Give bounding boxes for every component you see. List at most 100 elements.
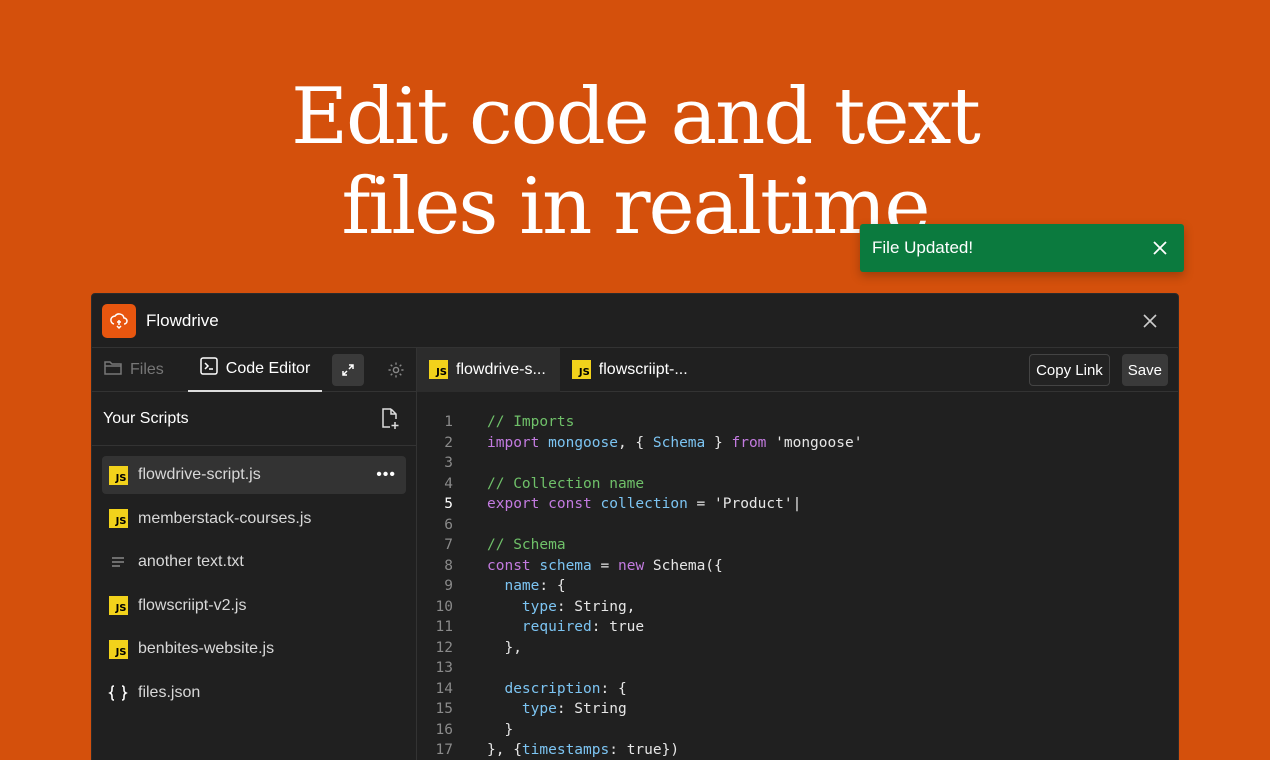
code-line[interactable]: 6 (417, 515, 1178, 536)
file-item[interactable]: files.json (102, 674, 406, 712)
code-editor: JS flowdrive-s... JS flowscriipt-... Cop… (417, 347, 1178, 760)
code-line[interactable]: 11 required: true (417, 617, 1178, 638)
code-token: timestamps (521, 742, 610, 759)
line-number: 11 (435, 619, 453, 636)
scripts-title: Your Scripts (103, 409, 189, 427)
flowdrive-logo-icon (102, 303, 136, 338)
code-token: : String (556, 701, 627, 718)
copy-link-button[interactable]: Copy Link (1029, 354, 1110, 386)
file-item[interactable]: JS benbites-website.js (102, 630, 406, 668)
line-number: 5 (444, 496, 453, 513)
line-number: 8 (444, 557, 453, 574)
line-number: 6 (444, 516, 453, 533)
save-button[interactable]: Save (1121, 354, 1168, 386)
line-number: 10 (435, 598, 453, 615)
code-token: : true (591, 619, 645, 636)
code-line[interactable]: 17}, {timestamps: true}) (417, 740, 1178, 760)
editor-tab[interactable]: JS flowdrive-s... (417, 347, 560, 392)
code-token: mongoose (548, 434, 618, 451)
code-area[interactable]: 1// Imports 2 import mongoose, { Schema } … (417, 392, 1178, 760)
tab-files[interactable]: Files (102, 348, 166, 392)
code-token: import (487, 434, 540, 451)
code-token: : String, (556, 598, 636, 615)
code-line[interactable]: 10 type: String, (417, 597, 1178, 618)
code-token: collection (600, 496, 688, 513)
code-token: } (705, 434, 732, 451)
file-name: another text.txt (138, 553, 244, 571)
code-token: name (504, 578, 540, 595)
editor-tab-label: flowscriipt-... (598, 360, 688, 378)
code-token: : { (539, 578, 566, 595)
line-number: 2 (444, 434, 453, 451)
toast-notification: File Updated! (860, 224, 1184, 272)
line-number: 12 (435, 639, 453, 656)
js-file-icon: JS (108, 465, 128, 485)
code-line[interactable]: 5 export const collection = 'Product'| (417, 494, 1178, 515)
new-file-icon[interactable] (378, 407, 402, 431)
code-line[interactable]: 4 // Collection name (417, 474, 1178, 495)
code-token: new (617, 557, 645, 574)
close-icon[interactable] (1150, 238, 1170, 258)
line-number: 16 (435, 721, 453, 738)
code-line[interactable]: 15 type: String (417, 699, 1178, 720)
file-name: memberstack-courses.js (138, 509, 312, 527)
code-token: } (487, 721, 514, 738)
file-item[interactable]: JS memberstack-courses.js (102, 500, 406, 538)
toast-message: File Updated! (872, 238, 974, 257)
editor-tab[interactable]: JS flowscriipt-... (560, 348, 702, 392)
file-item[interactable]: JS flowdrive-script.js ••• (102, 456, 406, 494)
code-token: Schema({ (644, 557, 723, 574)
file-name: benbites-website.js (138, 640, 275, 658)
sidebar-tabs: Files Code Editor (92, 348, 416, 392)
file-item[interactable]: another text.txt (102, 543, 406, 581)
gear-icon[interactable] (384, 358, 408, 382)
js-file-icon: JS (429, 360, 448, 379)
app-title: Flowdrive (146, 310, 219, 330)
code-token: required (521, 619, 592, 636)
window-close-icon[interactable] (1140, 311, 1160, 331)
code-line[interactable]: 14 description: { (417, 679, 1178, 700)
code-token: export (487, 496, 540, 513)
code-line[interactable]: 8 const schema = new Schema({ (417, 556, 1178, 577)
line-number: 7 (444, 537, 453, 554)
code-line[interactable]: 3 (417, 453, 1178, 474)
expand-button[interactable] (332, 354, 364, 386)
code-token: const (487, 557, 531, 574)
app-window: Flowdrive Files Code Editor Your Scripts… (91, 293, 1179, 760)
tab-files-label: Files (130, 360, 164, 378)
code-line[interactable]: 12 }, (417, 638, 1178, 659)
editor-tab-label: flowdrive-s... (456, 360, 546, 378)
sidebar: Files Code Editor Your Scripts JS flowdr… (92, 348, 417, 760)
file-name: files.json (138, 683, 201, 701)
code-line[interactable]: 16 } (417, 720, 1178, 741)
tab-code-editor[interactable]: Code Editor (187, 348, 323, 392)
code-line[interactable]: 9 name: { (417, 576, 1178, 597)
code-token: from (731, 434, 767, 451)
line-number: 3 (444, 455, 453, 472)
more-options-icon[interactable]: ••• (376, 466, 396, 484)
file-item[interactable]: JS flowscriipt-v2.js (102, 587, 406, 625)
js-file-icon: JS (571, 360, 591, 379)
file-name: flowscriipt-v2.js (138, 596, 247, 614)
editor-tabs: JS flowdrive-s... JS flowscriipt-... Cop… (417, 347, 1178, 392)
tab-code-editor-label: Code Editor (225, 359, 311, 377)
code-token: // Imports (487, 414, 575, 431)
js-file-icon: JS (108, 596, 128, 616)
code-line[interactable]: 13 (417, 658, 1178, 679)
code-token: , { (617, 434, 653, 451)
code-line[interactable]: 2 import mongoose, { Schema } from 'mongo… (417, 433, 1178, 454)
code-line[interactable]: 7 // Schema (417, 535, 1178, 556)
line-number: 4 (444, 475, 453, 492)
code-line[interactable]: 1 // Imports (417, 412, 1178, 433)
titlebar: Flowdrive (92, 294, 1178, 348)
file-list: JS flowdrive-script.js ••• JS memberstac… (92, 446, 416, 712)
